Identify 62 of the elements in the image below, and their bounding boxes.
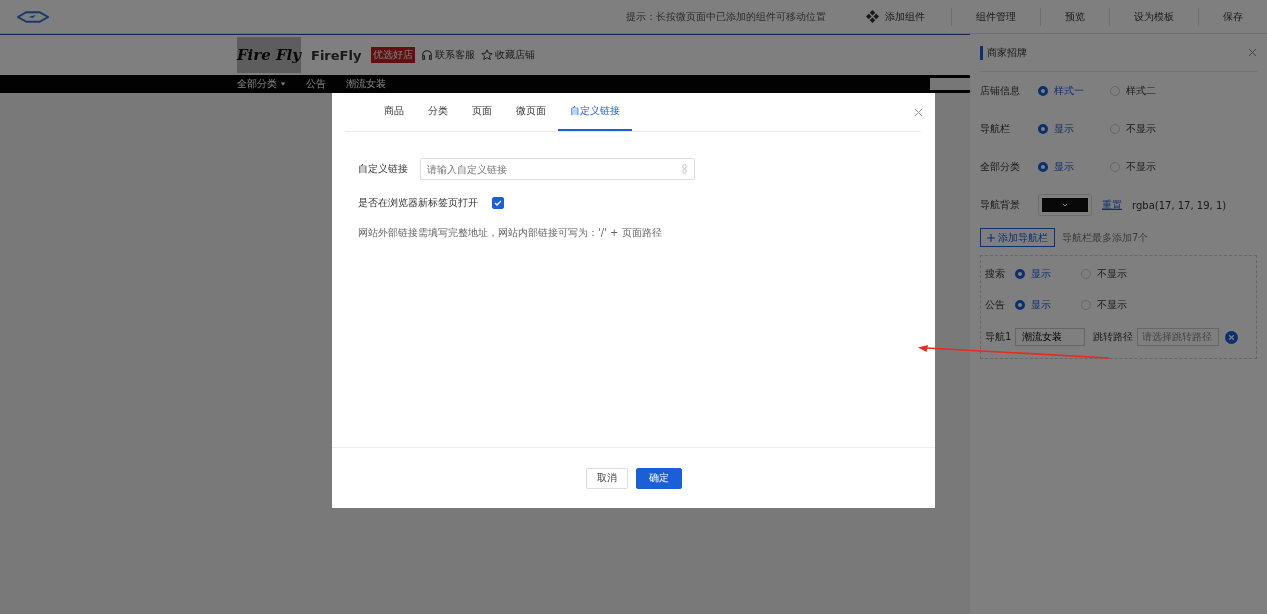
toolbar-button[interactable]: 组件管理: [952, 0, 1040, 33]
headset-icon: [421, 49, 434, 61]
close-icon[interactable]: [914, 108, 923, 117]
field-label: 店铺信息: [980, 84, 1021, 98]
add-nav-button[interactable]: 添加导航栏: [980, 228, 1055, 247]
note-text: 网站外部链接需填写完整地址，网站内部链接可写为：'/' + 页面路径: [358, 226, 663, 240]
nav-name-field[interactable]: 潮流女装: [1015, 328, 1085, 346]
radio-option[interactable]: 样式二: [1110, 84, 1172, 98]
store-link[interactable]: 收藏店铺: [481, 48, 536, 62]
store-name: FireFly: [311, 47, 362, 63]
panel-title: 商家招牌: [980, 45, 1027, 60]
color-picker[interactable]: [1038, 194, 1092, 216]
radio-option[interactable]: 不显示: [1110, 122, 1172, 136]
remove-icon[interactable]: [1225, 330, 1238, 344]
radio-option[interactable]: 样式一: [1038, 84, 1100, 98]
field-label: 导航背景: [980, 198, 1021, 212]
radio-option[interactable]: 不显示: [1081, 266, 1143, 281]
field-label: 导航栏: [980, 122, 1011, 136]
field-label: 导航1: [985, 330, 1011, 344]
radio-option[interactable]: 不显示: [1110, 160, 1172, 174]
field-label: 搜索: [985, 266, 1006, 281]
toolbar-button[interactable]: 设为模板: [1110, 0, 1198, 33]
store-logo: Fire Fly: [237, 37, 301, 73]
hint-text: 提示：长按微页面中已添加的组件可移动位置: [626, 9, 826, 24]
link-input-field[interactable]: 请输入自定义链接: [420, 158, 695, 180]
checkbox[interactable]: [492, 197, 504, 209]
tab[interactable]: 商品: [372, 93, 416, 131]
store-link[interactable]: 联系客服: [421, 48, 476, 62]
tab[interactable]: 页面: [460, 93, 504, 131]
radio-option[interactable]: 显示: [1015, 266, 1077, 281]
radio-option[interactable]: 显示: [1015, 297, 1077, 312]
field-label: 公告: [985, 297, 1006, 312]
caret-icon: [280, 81, 286, 87]
add-component-button[interactable]: 添加组件: [842, 0, 951, 33]
confirm-button[interactable]: 确定: [635, 467, 682, 489]
cancel-button[interactable]: 取消: [585, 467, 628, 489]
field-label: 自定义链接: [358, 162, 408, 176]
tab[interactable]: 分类: [416, 93, 460, 131]
toolbar-button[interactable]: 保存: [1199, 0, 1267, 33]
tab[interactable]: 自定义链接: [558, 93, 632, 131]
store-nav-item[interactable]: 全部分类: [237, 77, 286, 91]
close-icon[interactable]: [1248, 48, 1257, 57]
logo-icon: [17, 10, 49, 23]
field-label: 全部分类: [980, 160, 1021, 174]
diamonds-icon: [866, 10, 879, 23]
color-value: rgba(17, 17, 19, 1): [1132, 199, 1227, 211]
link-icon: [682, 164, 687, 174]
store-nav-item[interactable]: 公告: [306, 77, 326, 91]
radio-option[interactable]: 显示: [1038, 122, 1100, 136]
search-field[interactable]: [930, 78, 970, 90]
tab[interactable]: 微页面: [504, 93, 558, 131]
star-icon: [481, 49, 494, 61]
radio-option[interactable]: 不显示: [1081, 297, 1143, 312]
plus-icon: [987, 233, 995, 242]
radio-option[interactable]: 显示: [1038, 160, 1100, 174]
toolbar-button[interactable]: 预览: [1041, 0, 1109, 33]
chevron-icon: [1061, 201, 1069, 209]
store-badge: 优选好店: [371, 47, 416, 63]
store-nav-item[interactable]: 潮流女装: [346, 77, 386, 91]
checkbox-label: 是否在浏览器新标签页打开: [358, 196, 478, 210]
field-label: 跳转路径: [1093, 330, 1133, 344]
reset-link[interactable]: 重置: [1102, 198, 1122, 212]
